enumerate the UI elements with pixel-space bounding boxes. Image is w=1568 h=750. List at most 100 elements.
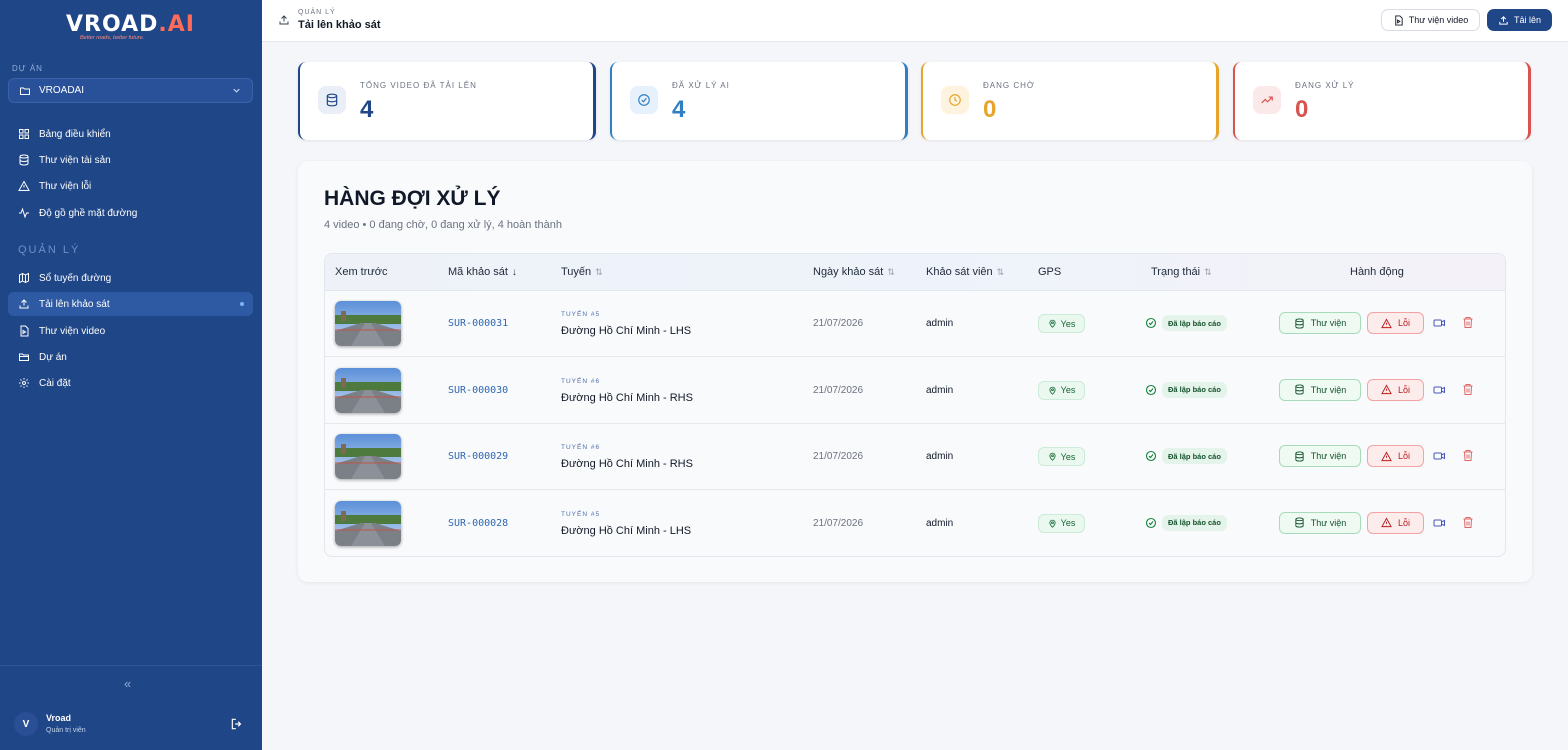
sidebar-section-title: QUẢN LÝ — [18, 244, 81, 256]
trash-icon[interactable] — [1462, 516, 1474, 529]
queue-table: Xem trước Mã khảo sát ↓ Tuyến ⇅ Ngày khảo … — [324, 253, 1506, 557]
file-video-icon — [1395, 14, 1403, 26]
video-thumbnail[interactable] — [335, 367, 401, 413]
upload-button[interactable]: Tải lên — [1487, 9, 1552, 31]
video-library-button[interactable]: Thư viện video — [1381, 9, 1480, 31]
asset-library-button[interactable]: Thư viện — [1279, 378, 1361, 401]
gps-badge: Yes — [1038, 513, 1085, 533]
brand-name: VROAD.AI — [66, 12, 195, 37]
defects-button[interactable]: Lỗi — [1367, 378, 1424, 401]
stat-value: 0 — [1295, 96, 1309, 123]
sidebar-item-route-book[interactable]: Sổ tuyến đường — [8, 266, 253, 290]
trash-icon[interactable] — [1462, 316, 1474, 329]
sort-icon: ⇅ — [887, 266, 895, 277]
sidebar-item-label: Thư viện video — [39, 325, 106, 337]
route-name: Đường Hồ Chí Minh - LHS — [561, 325, 692, 337]
sidebar-item-dashboard[interactable]: Bảng điều khiển — [8, 122, 253, 146]
table-row[interactable]: SUR-000028 TUYẾN #5 Đường Hồ Chí Minh - … — [325, 491, 1505, 557]
stat-value: 0 — [983, 96, 997, 123]
defects-button[interactable]: Lỗi — [1367, 445, 1424, 467]
database-icon — [318, 86, 346, 114]
table-row[interactable]: SUR-000029 TUYẾN #6 Đường Hồ Chí Minh - … — [325, 424, 1505, 490]
survey-code-link[interactable]: SUR-000030 — [448, 385, 508, 396]
map-pin-icon — [1049, 319, 1056, 328]
gps-badge: Yes — [1038, 314, 1085, 333]
video-icon[interactable] — [1433, 517, 1446, 529]
topbar: QUẢN LÝ Tải lên khảo sát Thư viện video … — [262, 0, 1568, 42]
column-surveyor[interactable]: Khảo sát viên ⇅ — [926, 266, 1004, 278]
survey-code-link[interactable]: SUR-000029 — [448, 451, 508, 462]
stat-card-pending: ĐANG CHỜ 0 — [921, 62, 1219, 140]
column-status[interactable]: Trạng thái ⇅ — [1151, 266, 1212, 278]
video-thumbnail[interactable] — [335, 434, 401, 479]
table-header: Xem trước Mã khảo sát ↓ Tuyến ⇅ Ngày khảo … — [325, 254, 1505, 291]
asset-library-button[interactable]: Thư viện — [1279, 511, 1361, 534]
status-badge: Đã lập báo cáo — [1162, 448, 1227, 464]
database-icon — [1295, 317, 1304, 329]
sidebar-item-defect-library[interactable]: Thư viện lỗi — [8, 174, 253, 198]
route-number: TUYẾN #5 — [561, 311, 601, 318]
column-route[interactable]: Tuyến ⇅ — [561, 266, 603, 278]
project-label: DỰ ÁN — [12, 64, 43, 73]
sidebar-item-label: Bảng điều khiển — [39, 128, 111, 140]
video-icon[interactable] — [1433, 317, 1446, 329]
logout-icon[interactable] — [230, 717, 244, 731]
sidebar-item-label: Độ gồ ghề mặt đường — [39, 207, 138, 219]
map-pin-icon — [1049, 386, 1056, 395]
column-survey-code[interactable]: Mã khảo sát ↓ — [448, 266, 517, 278]
collapse-sidebar-button[interactable]: « — [124, 676, 131, 691]
warning-icon — [1381, 450, 1392, 461]
video-thumbnail[interactable] — [335, 500, 401, 546]
queue-subtitle: 4 video • 0 đang chờ, 0 đang xử lý, 4 ho… — [324, 219, 562, 231]
brand-logo[interactable]: VROAD.AI Better roads, better future. — [66, 12, 195, 41]
user-name: Vroad — [46, 713, 72, 723]
gps-badge: Yes — [1038, 447, 1085, 466]
status-badge: Đã lập báo cáo — [1162, 381, 1227, 398]
dashboard-icon — [19, 129, 29, 139]
queue-title: HÀNG ĐỢI XỬ LÝ — [324, 187, 501, 210]
sidebar-item-label: Thư viện tài sản — [39, 154, 111, 166]
survey-code-link[interactable]: SUR-000031 — [448, 318, 508, 329]
stat-card-ai-processed: ĐÃ XỬ LÝ AI 4 — [610, 62, 908, 140]
route-name: Đường Hồ Chí Minh - RHS — [561, 391, 693, 404]
video-thumbnail[interactable] — [335, 301, 401, 346]
video-icon[interactable] — [1433, 384, 1446, 396]
survey-code-link[interactable]: SUR-000028 — [448, 518, 508, 529]
stat-label: ĐANG XỬ LÝ — [1295, 81, 1355, 90]
video-library-label: Thư viện video — [1408, 15, 1469, 25]
table-row[interactable]: SUR-000030 TUYẾN #6 Đường Hồ Chí Minh - … — [325, 358, 1505, 424]
defects-button[interactable]: Lỗi — [1367, 312, 1424, 334]
trash-icon[interactable] — [1462, 383, 1474, 396]
route-name: Đường Hồ Chí Minh - RHS — [561, 458, 693, 470]
sidebar-item-video-library[interactable]: Thư viện video — [8, 319, 253, 343]
sidebar-item-settings[interactable]: Cài đặt — [8, 371, 253, 395]
project-select-value: VROADAI — [39, 85, 85, 96]
stat-value: 4 — [360, 96, 374, 123]
stat-card-processing: ĐANG XỬ LÝ 0 — [1233, 62, 1531, 140]
asset-library-button[interactable]: Thư viện — [1279, 445, 1361, 467]
sort-icon: ⇅ — [996, 266, 1005, 277]
asset-library-button[interactable]: Thư viện — [1279, 312, 1361, 334]
sidebar-item-survey-upload[interactable]: Tải lên khảo sát — [8, 292, 253, 316]
check-circle-icon — [1145, 517, 1157, 528]
video-icon[interactable] — [1433, 450, 1446, 462]
column-survey-date[interactable]: Ngày khảo sát ⇅ — [813, 266, 895, 278]
trash-icon[interactable] — [1462, 449, 1474, 462]
sidebar-item-label: Cài đặt — [39, 377, 71, 389]
table-row[interactable]: SUR-000031 TUYẾN #5 Đường Hồ Chí Minh - … — [325, 291, 1505, 357]
user-role: Quản trị viên — [46, 727, 86, 734]
survey-date: 21/07/2026 — [813, 451, 864, 462]
database-icon — [19, 154, 29, 166]
sidebar-item-label: Tải lên khảo sát — [39, 298, 110, 310]
sidebar-item-projects[interactable]: Dự án — [8, 345, 253, 369]
defects-button[interactable]: Lỗi — [1367, 511, 1424, 534]
sidebar-item-label: Sổ tuyến đường — [39, 272, 112, 284]
project-select[interactable]: VROADAI — [8, 78, 253, 103]
route-number: TUYẾN #5 — [561, 510, 601, 518]
sidebar-item-roughness[interactable]: Độ gồ ghề mặt đường — [8, 201, 253, 225]
survey-date: 21/07/2026 — [813, 384, 864, 396]
warning-icon — [1381, 317, 1392, 328]
avatar[interactable]: V — [14, 712, 38, 736]
sidebar-item-asset-library[interactable]: Thư viện tài sản — [8, 148, 253, 172]
upload-icon — [279, 15, 289, 25]
